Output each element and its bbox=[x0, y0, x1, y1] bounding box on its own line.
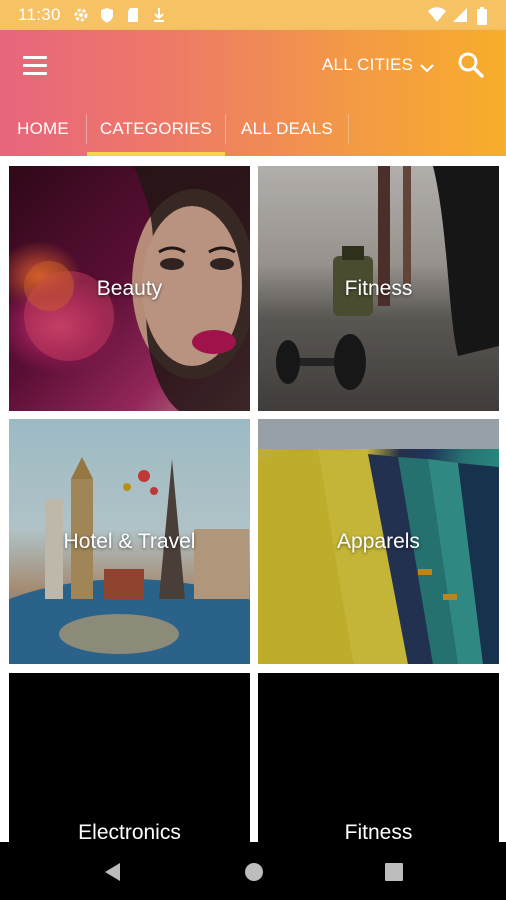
category-grid: Beauty Fitness Hotel & Travel Apparels E… bbox=[0, 156, 506, 842]
recent-apps-button[interactable] bbox=[383, 861, 405, 883]
category-label: Electronics bbox=[78, 821, 181, 842]
tab-divider bbox=[348, 114, 349, 144]
category-label: Apparels bbox=[337, 529, 420, 553]
back-icon bbox=[105, 863, 120, 881]
city-selector[interactable]: ALL CITIES bbox=[322, 51, 435, 79]
category-tile-apparels[interactable]: Apparels bbox=[258, 419, 499, 664]
category-label: Fitness bbox=[344, 276, 413, 300]
recent-apps-icon bbox=[385, 863, 403, 881]
back-button[interactable] bbox=[102, 861, 124, 883]
search-icon bbox=[456, 52, 486, 84]
home-icon bbox=[245, 863, 263, 881]
category-tile-fitness[interactable]: Fitness bbox=[258, 673, 499, 842]
status-bar: 11:30 bbox=[0, 0, 506, 30]
category-label: Beauty bbox=[96, 276, 163, 300]
sd-card-icon bbox=[125, 7, 141, 23]
category-tile-fitness[interactable]: Fitness bbox=[258, 166, 499, 411]
system-nav-bar bbox=[0, 842, 506, 900]
tab-all-deals[interactable]: ALL DEALS bbox=[226, 102, 348, 156]
home-button[interactable] bbox=[243, 861, 265, 883]
tab-home-label: HOME bbox=[17, 119, 69, 138]
settings-icon bbox=[73, 7, 89, 23]
app-bar: ALL CITIES HOME CATEGORIES ALL DEALS bbox=[0, 30, 506, 156]
signal-icon bbox=[452, 7, 468, 23]
tab-all-deals-label: ALL DEALS bbox=[241, 119, 333, 138]
tab-home[interactable]: HOME bbox=[0, 102, 86, 156]
category-label: Fitness bbox=[344, 821, 413, 842]
category-label: Hotel & Travel bbox=[63, 529, 196, 553]
category-tile-hotel-travel[interactable]: Hotel & Travel bbox=[9, 419, 250, 664]
download-icon bbox=[151, 7, 167, 23]
search-button[interactable] bbox=[456, 50, 486, 80]
tab-categories[interactable]: CATEGORIES bbox=[87, 102, 225, 156]
shield-icon bbox=[99, 7, 115, 23]
tab-bar: HOME CATEGORIES ALL DEALS bbox=[0, 102, 506, 156]
menu-icon bbox=[23, 56, 47, 59]
menu-button[interactable] bbox=[16, 48, 54, 82]
status-time: 11:30 bbox=[18, 5, 61, 24]
wifi-icon bbox=[428, 7, 446, 23]
category-tile-electronics[interactable]: Electronics bbox=[9, 673, 250, 842]
battery-icon bbox=[476, 7, 492, 25]
city-selector-label: ALL CITIES bbox=[322, 55, 414, 74]
chevron-down-icon bbox=[419, 59, 435, 73]
tab-categories-label: CATEGORIES bbox=[99, 119, 213, 138]
category-tile-beauty[interactable]: Beauty bbox=[9, 166, 250, 411]
